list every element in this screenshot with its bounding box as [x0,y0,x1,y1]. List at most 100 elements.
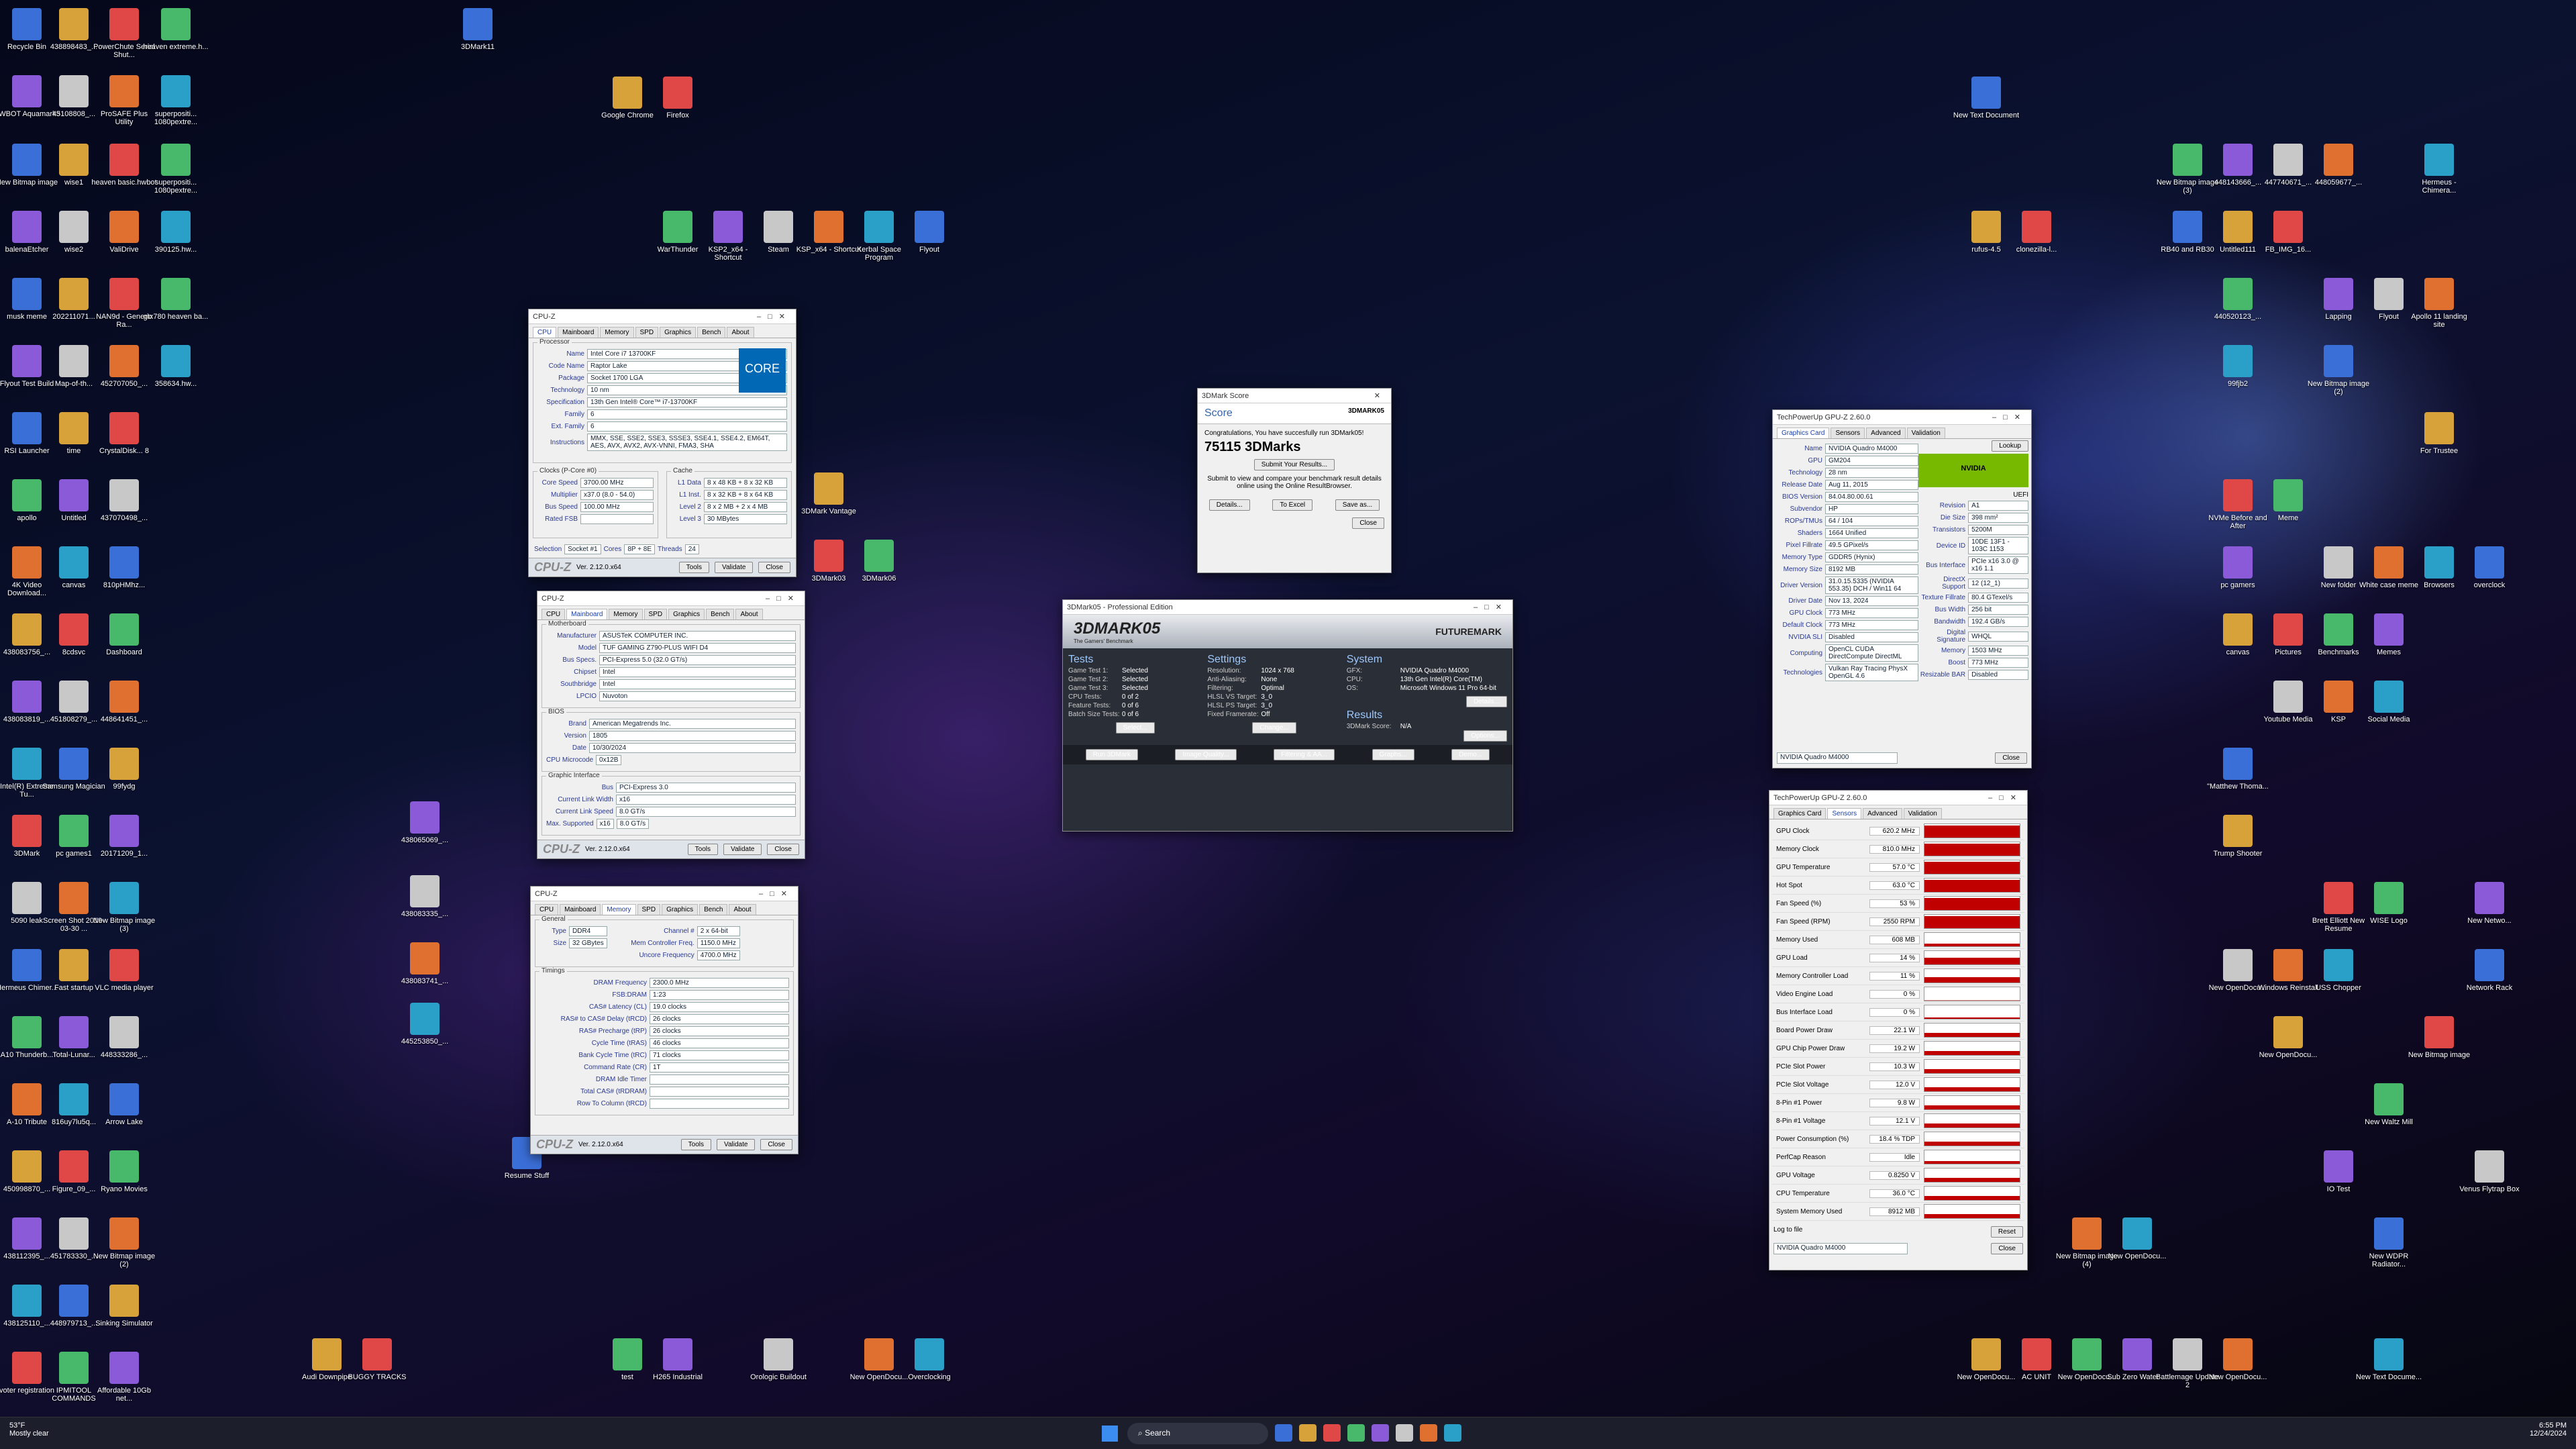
sensor-name[interactable]: Bus Interface Load [1772,1009,1869,1016]
validate-button[interactable]: Validate [715,562,754,573]
tab-memory[interactable]: Memory [602,904,636,915]
tab-advanced[interactable]: Advanced [1866,428,1906,438]
desktop-icon[interactable]: VLC media player [91,949,158,992]
tab-cpu[interactable]: CPU [542,609,566,619]
desktop-icon[interactable]: 445253850_... [391,1003,458,1046]
sensor-name[interactable]: GPU Temperature [1772,864,1869,871]
store-icon[interactable] [1396,1424,1413,1442]
desktop-icon[interactable]: Network Rack [2456,949,2523,992]
close-icon[interactable]: ✕ [1374,391,1387,400]
title-bar[interactable]: CPU-Z –□✕ [529,309,796,324]
chrome-icon[interactable] [1299,1424,1317,1442]
sensor-name[interactable]: System Memory Used [1772,1208,1869,1215]
tab-graphics[interactable]: Graphics [668,609,705,619]
desktop-icon[interactable]: FB_IMG_16... [2255,211,2322,254]
desktop-icon[interactable]: 438065069_... [391,801,458,844]
system-details-button[interactable]: Details... [1466,696,1507,707]
sensor-name[interactable]: PerfCap Reason [1772,1154,1869,1161]
desktop-icon[interactable]: 20171209_1... [91,815,158,858]
window-controls[interactable]: –□✕ [1474,603,1508,611]
tab-sensors[interactable]: Sensors [1827,808,1862,819]
sensor-name[interactable]: GPU Load [1772,954,1869,962]
tab-bench[interactable]: Bench [697,327,726,338]
3dmark-action-button[interactable]: Run 3DMark [1085,749,1138,760]
window-controls[interactable]: –□✕ [1992,413,2027,421]
tab-spd[interactable]: SPD [643,609,668,619]
tab-graphics-card[interactable]: Graphics Card [1777,428,1830,438]
desktop-icon[interactable]: 3DMark Vantage [795,472,862,515]
sensor-name[interactable]: Memory Used [1772,936,1869,944]
sensor-name[interactable]: 8-Pin #1 Voltage [1772,1117,1869,1125]
desktop-icon[interactable]: New Bitmap image (3) [91,882,158,933]
desktop-icon[interactable]: Arrow Lake [91,1083,158,1126]
3dmark-action-button[interactable]: Image Quality... [1175,749,1237,760]
sensor-name[interactable]: GPU Chip Power Draw [1772,1045,1869,1052]
tab-graphics[interactable]: Graphics [660,327,697,338]
save-as-button[interactable]: Save as... [1335,499,1380,511]
3dmark-action-button[interactable]: Demo... [1451,749,1490,760]
tools-button[interactable]: Tools [680,1139,712,1150]
validate-button[interactable]: Validate [723,844,762,855]
tab-bench[interactable]: Bench [706,609,735,619]
desktop-icon[interactable]: WISE Logo [2355,882,2422,925]
desktop-icon[interactable]: Overclocking [896,1338,963,1381]
sensor-name[interactable]: Video Engine Load [1772,991,1869,998]
3dmark-action-button[interactable]: Graphs... [1372,749,1414,760]
tab-mainboard[interactable]: Mainboard [560,904,601,915]
sensor-name[interactable]: GPU Voltage [1772,1172,1869,1179]
desktop-icon[interactable]: New Text Docume... [2355,1338,2422,1381]
tab-sensors[interactable]: Sensors [1831,428,1865,438]
change-settings-button[interactable]: Change... [1252,722,1296,734]
desktop-icon[interactable]: pc gamers [2204,546,2271,589]
tab-bench[interactable]: Bench [699,904,728,915]
sensor-name[interactable]: PCIe Slot Power [1772,1063,1869,1070]
lookup-button[interactable]: Lookup [1992,440,2028,452]
title-bar[interactable]: TechPowerUp GPU-Z 2.60.0 –□✕ [1769,791,2027,805]
select-tests-button[interactable]: Select... [1115,722,1155,734]
reset-button[interactable]: Reset [1990,1226,2023,1238]
desktop-icon[interactable]: Ryano Movies [91,1150,158,1193]
desktop-icon[interactable]: "Matthew Thoma... [2204,748,2271,791]
sensor-name[interactable]: Fan Speed (RPM) [1772,918,1869,926]
desktop-icon[interactable]: 440520123_... [2204,278,2271,321]
search-box[interactable]: ⌕ Search [1127,1423,1268,1444]
desktop-icon[interactable]: 3DMark11 [444,8,511,51]
desktop-icon[interactable]: 448333286_... [91,1016,158,1059]
tab-about[interactable]: About [735,609,763,619]
desktop-icon[interactable]: Flyout [896,211,963,254]
desktop-icon[interactable]: New Netwo... [2456,882,2523,925]
weather-temp[interactable]: 53°F [9,1421,49,1430]
desktop-icon[interactable]: New Bitmap image (2) [2305,345,2372,396]
sensor-name[interactable]: Power Consumption (%) [1772,1136,1869,1143]
desktop-icon[interactable]: 358634.hw... [142,345,209,388]
file-explorer-icon[interactable] [1275,1424,1292,1442]
desktop-icon[interactable]: superpositi... 1080pextre... [142,144,209,195]
desktop-icon[interactable]: New Text Document [1953,77,2020,119]
desktop-icon[interactable]: Apollo 11 landing site [2406,278,2473,329]
tab-graphics[interactable]: Graphics [662,904,699,915]
sensor-name[interactable]: Fan Speed (%) [1772,900,1869,907]
desktop-icon[interactable]: CrystalDisk... 8 [91,412,158,455]
window-controls[interactable]: –□✕ [757,312,792,321]
desktop-icon[interactable]: 438083741_... [391,942,458,985]
window-controls[interactable]: –□✕ [1988,793,2023,802]
desktop-icon[interactable]: New Waltz Mill [2355,1083,2422,1126]
title-bar[interactable]: 3DMark05 - Professional Edition –□✕ [1063,600,1512,615]
desktop-icon[interactable]: superpositi... 1080pextre... [142,75,209,126]
terminal-icon[interactable] [1372,1424,1389,1442]
sensor-name[interactable]: GPU Clock [1772,828,1869,835]
firefox-icon[interactable] [1323,1424,1341,1442]
title-bar[interactable]: 3DMark Score ✕ [1198,389,1391,403]
to-excel-button[interactable]: To Excel [1272,499,1313,511]
desktop-icon[interactable]: For Trustee [2406,412,2473,455]
desktop-icon[interactable]: H265 Industrial [644,1338,711,1381]
desktop-icon[interactable]: New OpenDocu... [2104,1217,2171,1260]
tab-mainboard[interactable]: Mainboard [558,327,599,338]
tools-button[interactable]: Tools [678,562,710,573]
tab-cpu[interactable]: CPU [535,904,559,915]
sensor-name[interactable]: Hot Spot [1772,882,1869,889]
desktop-icon[interactable]: 448641451_... [91,681,158,723]
sensor-name[interactable]: CPU Temperature [1772,1190,1869,1197]
desktop-icon[interactable]: 448059677_... [2305,144,2372,187]
title-bar[interactable]: CPU-Z –□✕ [531,887,798,901]
